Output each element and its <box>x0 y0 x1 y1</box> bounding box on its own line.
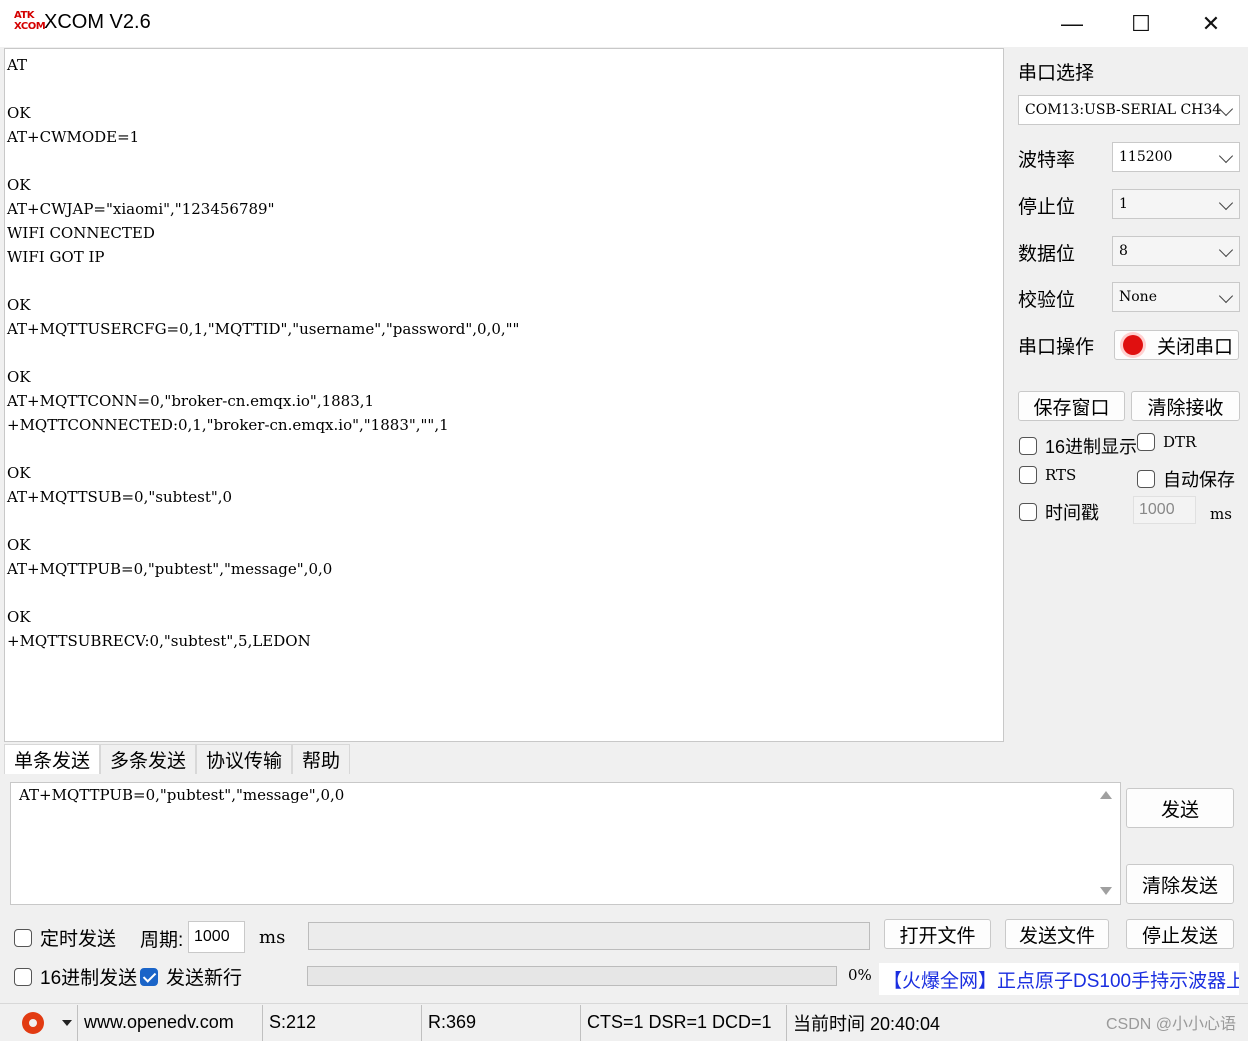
settings-menu[interactable] <box>0 1004 78 1041</box>
hex-display-checkbox[interactable]: 16进制显示 <box>1019 433 1137 459</box>
timestamp-unit: ms <box>1210 505 1232 523</box>
send-progress-bar <box>307 966 837 986</box>
receive-line <box>7 77 1003 101</box>
led-red-icon <box>1123 335 1143 355</box>
port-select-label: 串口选择 <box>1018 63 1095 84</box>
receive-line: OK <box>7 104 31 122</box>
receive-line: OK <box>7 608 31 626</box>
parity-select[interactable]: None <box>1112 282 1240 312</box>
period-input[interactable]: 1000 <box>188 921 245 953</box>
tab-help[interactable]: 帮助 <box>292 744 351 774</box>
stop-bits-select[interactable]: 1 <box>1112 189 1240 219</box>
chevron-down-icon <box>1218 195 1234 211</box>
port-op-label: 串口操作 <box>1018 337 1095 358</box>
chevron-down-icon <box>1218 148 1234 164</box>
close-port-button[interactable]: 关闭串口 <box>1114 330 1239 360</box>
watermark: CSDN @小小心语 <box>1105 1016 1236 1033</box>
timestamp-input[interactable]: 1000 <box>1133 496 1196 524</box>
receive-line: AT+CWMODE=1 <box>7 128 140 146</box>
sent-count: S:212 <box>263 1004 422 1041</box>
status-bar: www.openedv.com S:212 R:369 CTS=1 DSR=1 … <box>0 1003 1248 1041</box>
receive-line: OK <box>7 464 31 482</box>
file-path-bar <box>308 922 870 950</box>
checkmark-icon <box>140 967 158 986</box>
period-unit: ms <box>259 927 286 948</box>
receive-line: +MQTTCONNECTED:0,1,"broker-cn.emqx.io","… <box>7 416 449 434</box>
clear-receive-button[interactable]: 清除接收 <box>1131 391 1240 421</box>
dtr-checkbox[interactable]: DTR <box>1137 433 1196 451</box>
parity-label: 校验位 <box>1018 290 1076 311</box>
chevron-down-icon <box>1218 242 1234 258</box>
data-bits-select[interactable]: 8 <box>1112 236 1240 266</box>
receive-line: WIFI GOT IP <box>7 248 105 266</box>
receive-line <box>7 509 1003 533</box>
receive-line: OK <box>7 176 31 194</box>
receive-line: AT+MQTTUSERCFG=0,1,"MQTTID","username","… <box>7 320 520 338</box>
ad-link[interactable]: 【火爆全网】正点原子DS100手持示波器上市 <box>879 963 1239 995</box>
receive-line <box>7 581 1003 605</box>
app-logo-icon: ATK XCOM <box>14 10 46 34</box>
save-window-button[interactable]: 保存窗口 <box>1018 391 1125 421</box>
title-bar: ATK XCOM XCOM V2.6 — ☐ ✕ <box>0 0 1248 47</box>
chevron-down-icon <box>1218 288 1234 304</box>
tab-multi-send[interactable]: 多条发送 <box>100 744 197 774</box>
receive-line: OK <box>7 536 31 554</box>
open-file-button[interactable]: 打开文件 <box>884 919 991 949</box>
close-button[interactable]: ✕ <box>1176 0 1246 47</box>
timed-send-checkbox[interactable]: 定时发送 <box>14 924 116 951</box>
receive-line <box>7 269 1003 293</box>
tab-protocol[interactable]: 协议传输 <box>196 744 293 774</box>
gear-icon <box>22 1011 44 1034</box>
receive-line <box>7 437 1003 461</box>
modem-lines-status: CTS=1 DSR=1 DCD=1 <box>581 1004 787 1041</box>
current-time: 当前时间 20:40:04 <box>793 1013 941 1034</box>
baud-label: 波特率 <box>1018 150 1076 171</box>
stop-bits-label: 停止位 <box>1018 197 1076 218</box>
maximize-button[interactable]: ☐ <box>1106 0 1176 47</box>
baud-select[interactable]: 115200 <box>1112 142 1240 172</box>
minimize-button[interactable]: — <box>1037 0 1107 47</box>
caret-down-icon <box>62 1019 72 1026</box>
timestamp-checkbox[interactable]: 时间戳 <box>1019 499 1099 525</box>
receive-line: AT+MQTTCONN=0,"broker-cn.emqx.io",1883,1 <box>7 392 375 410</box>
receive-line: OK <box>7 296 31 314</box>
period-label: 周期: <box>140 930 184 951</box>
send-file-button[interactable]: 发送文件 <box>1005 919 1109 949</box>
receive-line <box>7 149 1003 173</box>
receive-line <box>7 341 1003 365</box>
receive-line: AT+CWJAP="xiaomi","123456789" <box>7 200 275 218</box>
hex-send-checkbox[interactable]: 16进制发送 <box>14 963 137 990</box>
rts-checkbox[interactable]: RTS <box>1019 466 1076 484</box>
receive-line: AT+MQTTPUB=0,"pubtest","message",0,0 <box>7 560 333 578</box>
website-link[interactable]: www.openedv.com <box>78 1004 263 1041</box>
scroll-down-icon[interactable] <box>1100 887 1112 895</box>
tab-single-send[interactable]: 单条发送 <box>4 744 101 774</box>
received-count[interactable]: R:369 <box>422 1004 581 1041</box>
data-bits-label: 数据位 <box>1018 244 1076 265</box>
receive-line: OK <box>7 368 31 386</box>
window-title: XCOM V2.6 <box>44 11 151 33</box>
send-button[interactable]: 发送 <box>1126 788 1234 828</box>
receive-line: AT+MQTTSUB=0,"subtest",0 <box>7 488 233 506</box>
receive-line: AT <box>7 56 28 74</box>
progress-percent: 0% <box>848 966 872 984</box>
receive-line: WIFI CONNECTED <box>7 224 155 242</box>
send-newline-checkbox[interactable]: 发送新行 <box>140 963 242 990</box>
stop-send-button[interactable]: 停止发送 <box>1126 919 1234 949</box>
clear-send-button[interactable]: 清除发送 <box>1126 864 1234 904</box>
port-select[interactable]: COM13:USB-SERIAL CH34 <box>1018 95 1240 125</box>
receive-textarea[interactable]: AT OK AT+CWMODE=1 OK AT+CWJAP="xiaomi","1234… <box>4 48 1004 742</box>
scroll-up-icon[interactable] <box>1100 791 1112 799</box>
send-textarea[interactable]: AT+MQTTPUB=0,"pubtest","message",0,0 <box>10 782 1121 905</box>
receive-line: +MQTTSUBRECV:0,"subtest",5,LEDON <box>7 632 311 650</box>
send-tabs: 单条发送 多条发送 协议传输 帮助 <box>4 744 351 774</box>
auto-save-checkbox[interactable]: 自动保存 <box>1137 466 1235 492</box>
